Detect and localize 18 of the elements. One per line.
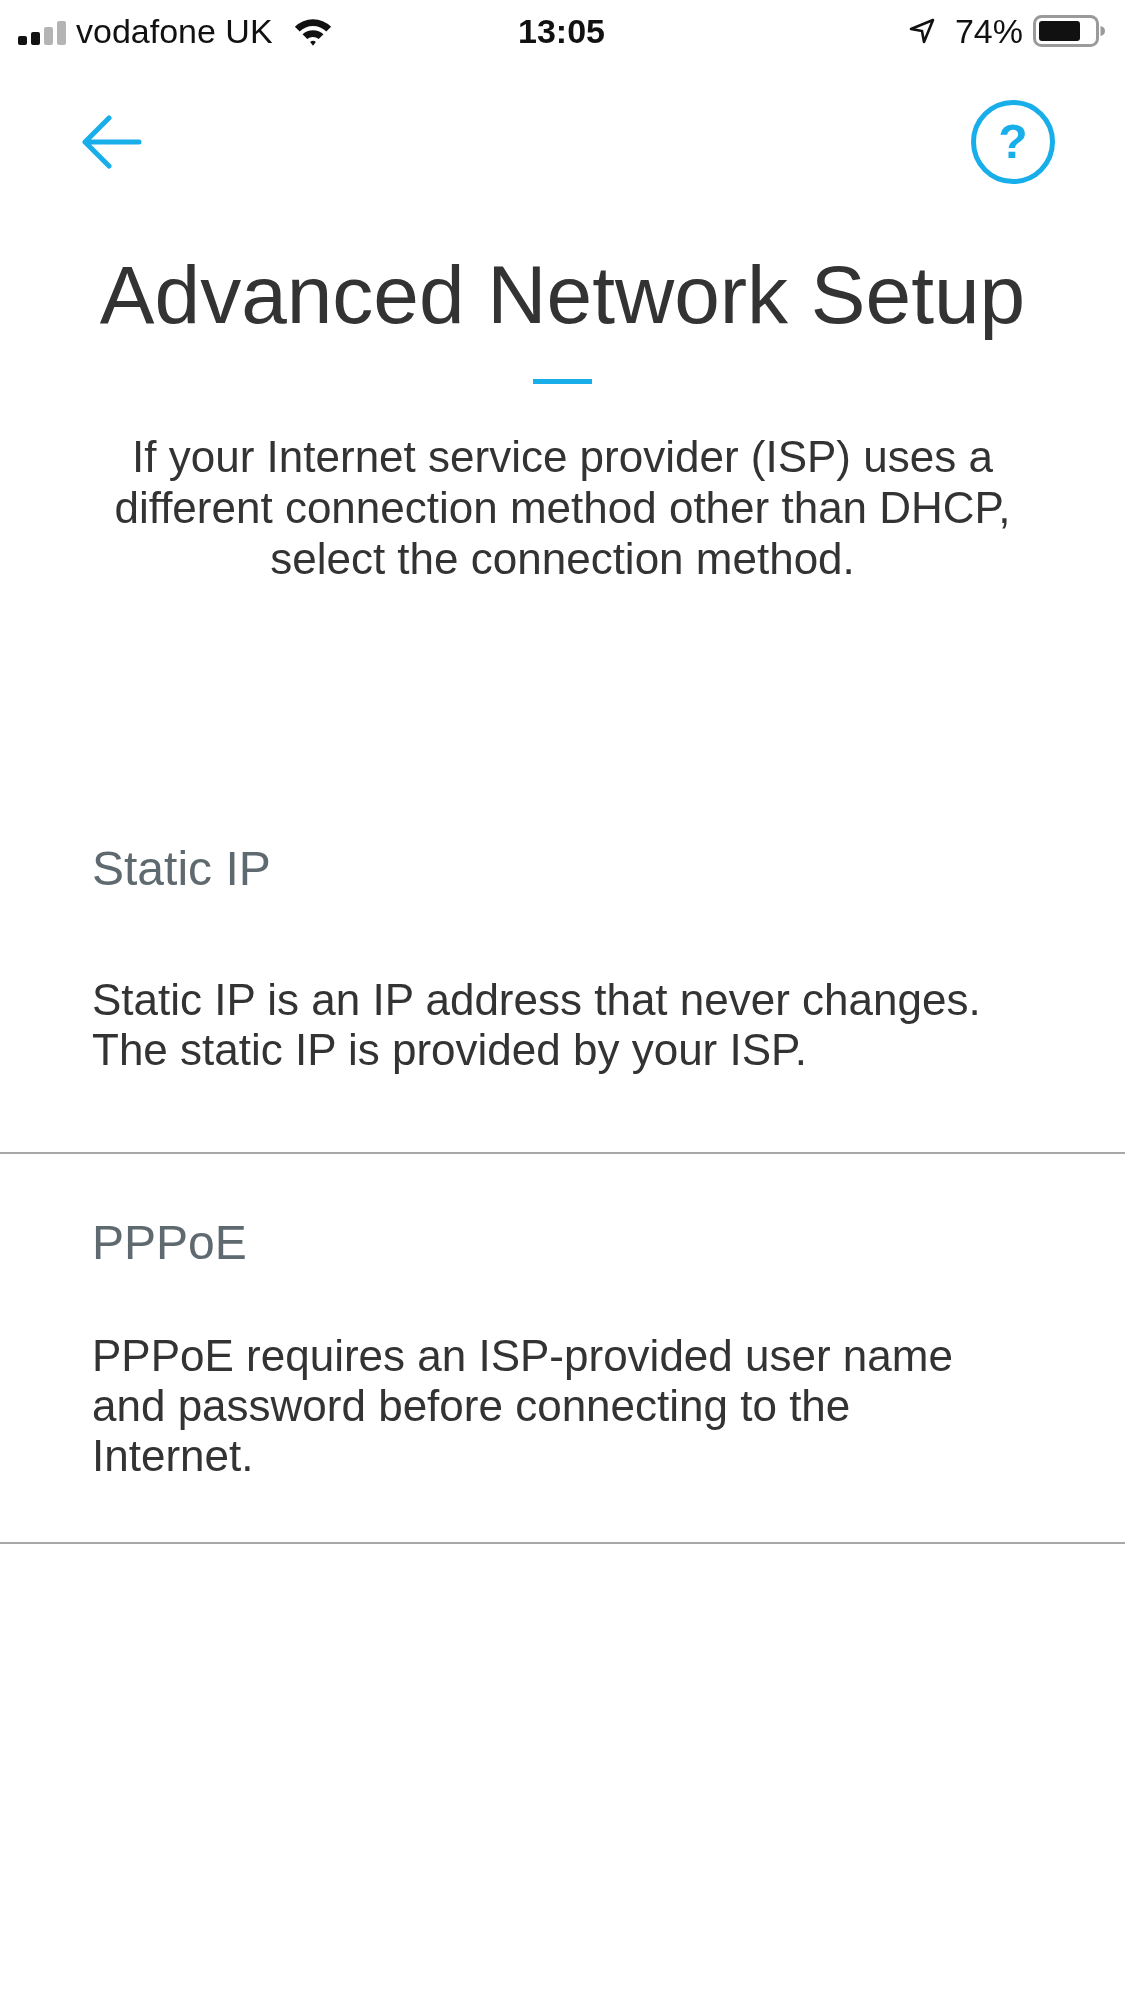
back-arrow-icon bbox=[82, 114, 142, 170]
intro-text: If your Internet service provider (ISP) uses a different connection method other than DHCP, select the connection method. bbox=[113, 431, 1012, 584]
page-title: Advanced Network Setup bbox=[98, 249, 1027, 341]
wifi-icon bbox=[292, 16, 333, 46]
back-button[interactable] bbox=[82, 114, 142, 170]
status-time: 13:05 bbox=[518, 11, 605, 51]
option-title: Static IP bbox=[92, 841, 272, 898]
battery-icon bbox=[1033, 15, 1105, 47]
option-description: Static IP is an IP address that never changes. The static IP is provided by your ISP. bbox=[92, 974, 982, 1075]
option-title: PPPoE bbox=[92, 1214, 248, 1271]
carrier-name: vodafone UK bbox=[76, 11, 273, 51]
signal-bars-icon bbox=[18, 21, 66, 45]
title-underline bbox=[533, 379, 592, 384]
connection-option[interactable]: Static IP Static IP is an IP address that never changes. The static IP is provided by your ISP. bbox=[0, 764, 1125, 1154]
connection-option[interactable]: PPPoE PPPoE requires an ISP-provided user name and password before connecting to the Internet. bbox=[0, 1154, 1125, 1544]
battery-percent: 74% bbox=[954, 11, 1023, 51]
location-arrow-icon bbox=[908, 18, 935, 44]
option-description: PPPoE requires an ISP-provided user name and password before connecting to the Internet. bbox=[92, 1331, 954, 1482]
